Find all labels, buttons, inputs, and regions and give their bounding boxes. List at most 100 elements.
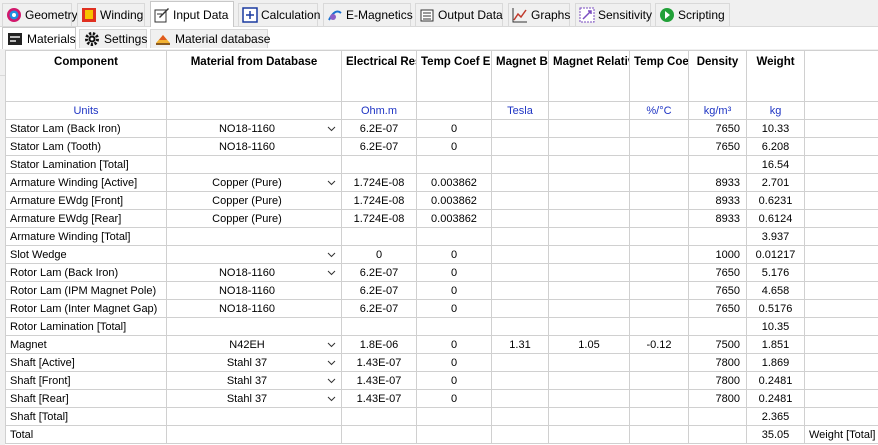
cell-material[interactable] [166,425,342,444]
cell-density[interactable]: 8933 [688,173,747,192]
cell-resistivity[interactable]: 1.8E-06 [341,335,417,354]
cell-weight[interactable]: 10.33 [746,119,805,138]
cell-resistivity[interactable] [341,155,417,174]
cell-temp-coef-br[interactable] [629,191,689,210]
tab-e-magnetics[interactable]: E-Magnetics [323,3,413,26]
cell-resistivity[interactable]: 6.2E-07 [341,119,417,138]
cell-material[interactable]: Copper (Pure) [166,209,342,228]
cell-temp-coef[interactable] [416,227,492,246]
cell-weight[interactable]: 5.176 [746,263,805,282]
cell-temp-coef[interactable]: 0.003862 [416,191,492,210]
cell-weight[interactable]: 1.851 [746,335,805,354]
cell-material[interactable]: NO18-1160 [166,281,342,300]
cell-weight[interactable]: 2.365 [746,407,805,426]
cell-temp-coef[interactable] [416,407,492,426]
cell-material[interactable]: NO18-1160 [166,137,342,156]
cell-temp-coef-br[interactable] [629,425,689,444]
cell-temp-coef[interactable]: 0 [416,281,492,300]
cell-magnet-br[interactable] [491,407,549,426]
cell-temp-coef-br[interactable] [629,281,689,300]
cell-density[interactable]: 7650 [688,119,747,138]
cell-temp-coef-br[interactable] [629,173,689,192]
cell-density[interactable]: 7800 [688,389,747,408]
cell-magnet-permeability[interactable] [548,353,630,372]
cell-magnet-br[interactable] [491,191,549,210]
cell-magnet-permeability[interactable] [548,317,630,336]
cell-density[interactable] [688,407,747,426]
cell-temp-coef-br[interactable] [629,317,689,336]
cell-weight[interactable]: 10.35 [746,317,805,336]
cell-material[interactable] [166,155,342,174]
cell-material[interactable] [166,317,342,336]
cell-weight[interactable]: 0.5176 [746,299,805,318]
cell-weight[interactable]: 16.54 [746,155,805,174]
tab-graphs[interactable]: Graphs [508,3,570,26]
cell-resistivity[interactable]: 6.2E-07 [341,281,417,300]
cell-magnet-permeability[interactable]: 1.05 [548,335,630,354]
cell-temp-coef[interactable]: 0 [416,137,492,156]
cell-resistivity[interactable] [341,407,417,426]
cell-magnet-br[interactable] [491,173,549,192]
cell-magnet-permeability[interactable] [548,173,630,192]
cell-density[interactable]: 7650 [688,137,747,156]
cell-resistivity[interactable]: 1.724E-08 [341,173,417,192]
cell-weight[interactable]: 4.658 [746,281,805,300]
cell-resistivity[interactable]: 6.2E-07 [341,137,417,156]
cell-density[interactable] [688,317,747,336]
cell-resistivity[interactable]: 1.724E-08 [341,209,417,228]
cell-temp-coef[interactable]: 0 [416,389,492,408]
cell-resistivity[interactable]: 6.2E-07 [341,263,417,282]
cell-temp-coef-br[interactable] [629,137,689,156]
cell-weight[interactable]: 0.01217 [746,245,805,264]
chevron-down-icon[interactable] [325,176,338,189]
cell-magnet-permeability[interactable] [548,191,630,210]
cell-temp-coef[interactable]: 0 [416,299,492,318]
cell-magnet-br[interactable] [491,263,549,282]
cell-magnet-br[interactable] [491,299,549,318]
cell-magnet-permeability[interactable] [548,299,630,318]
cell-density[interactable]: 7800 [688,353,747,372]
cell-magnet-permeability[interactable] [548,407,630,426]
chevron-down-icon[interactable] [325,374,338,387]
cell-magnet-br[interactable]: 1.31 [491,335,549,354]
chevron-down-icon[interactable] [325,356,338,369]
cell-temp-coef-br[interactable] [629,227,689,246]
cell-temp-coef-br[interactable] [629,299,689,318]
cell-magnet-br[interactable] [491,119,549,138]
cell-magnet-br[interactable] [491,353,549,372]
cell-magnet-br[interactable] [491,227,549,246]
cell-magnet-permeability[interactable] [548,137,630,156]
cell-density[interactable]: 7650 [688,281,747,300]
cell-magnet-br[interactable] [491,209,549,228]
cell-weight[interactable]: 0.2481 [746,371,805,390]
cell-magnet-br[interactable] [491,317,549,336]
cell-material[interactable]: Stahl 37 [166,371,342,390]
chevron-down-icon[interactable] [325,248,338,261]
tab-input-data[interactable]: Input Data [150,1,234,27]
cell-magnet-permeability[interactable] [548,281,630,300]
chevron-down-icon[interactable] [325,122,338,135]
cell-material[interactable]: NO18-1160 [166,263,342,282]
cell-density[interactable] [688,425,747,444]
cell-magnet-br[interactable] [491,245,549,264]
cell-temp-coef[interactable] [416,317,492,336]
cell-resistivity[interactable] [341,425,417,444]
cell-temp-coef[interactable]: 0.003862 [416,173,492,192]
cell-resistivity[interactable] [341,317,417,336]
cell-density[interactable]: 8933 [688,209,747,228]
cell-magnet-permeability[interactable] [548,119,630,138]
tab-calculation[interactable]: Calculation [238,3,320,26]
chevron-down-icon[interactable] [325,392,338,405]
cell-magnet-br[interactable] [491,137,549,156]
cell-material[interactable]: NO18-1160 [166,299,342,318]
cell-resistivity[interactable]: 1.43E-07 [341,371,417,390]
cell-weight[interactable]: 2.701 [746,173,805,192]
cell-material[interactable] [166,245,342,264]
cell-magnet-permeability[interactable] [548,227,630,246]
cell-magnet-permeability[interactable] [548,425,630,444]
cell-temp-coef[interactable]: 0 [416,335,492,354]
cell-material[interactable]: Copper (Pure) [166,173,342,192]
cell-magnet-permeability[interactable] [548,245,630,264]
cell-magnet-permeability[interactable] [548,371,630,390]
cell-resistivity[interactable] [341,227,417,246]
